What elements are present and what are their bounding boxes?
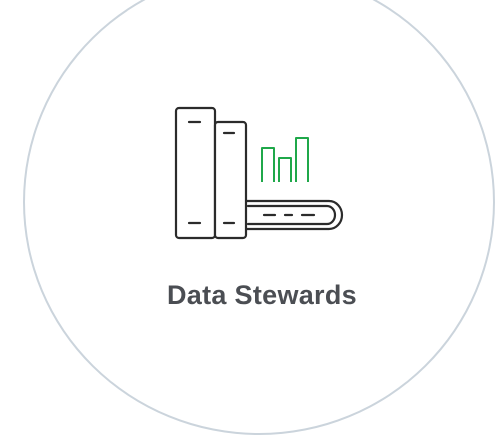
second-book: [213, 120, 248, 240]
chart-bar-1: [261, 147, 275, 182]
horizontal-book: [244, 199, 344, 231]
chart-bar-2: [278, 157, 292, 182]
chart-bar-3: [295, 137, 309, 182]
data-stewards-card: Data Stewards: [0, 0, 497, 442]
tall-book: [174, 106, 217, 240]
bar-chart-icon: [261, 137, 309, 182]
card-title: Data Stewards: [167, 280, 357, 310]
books-with-bar-chart-icon: [174, 106, 344, 240]
